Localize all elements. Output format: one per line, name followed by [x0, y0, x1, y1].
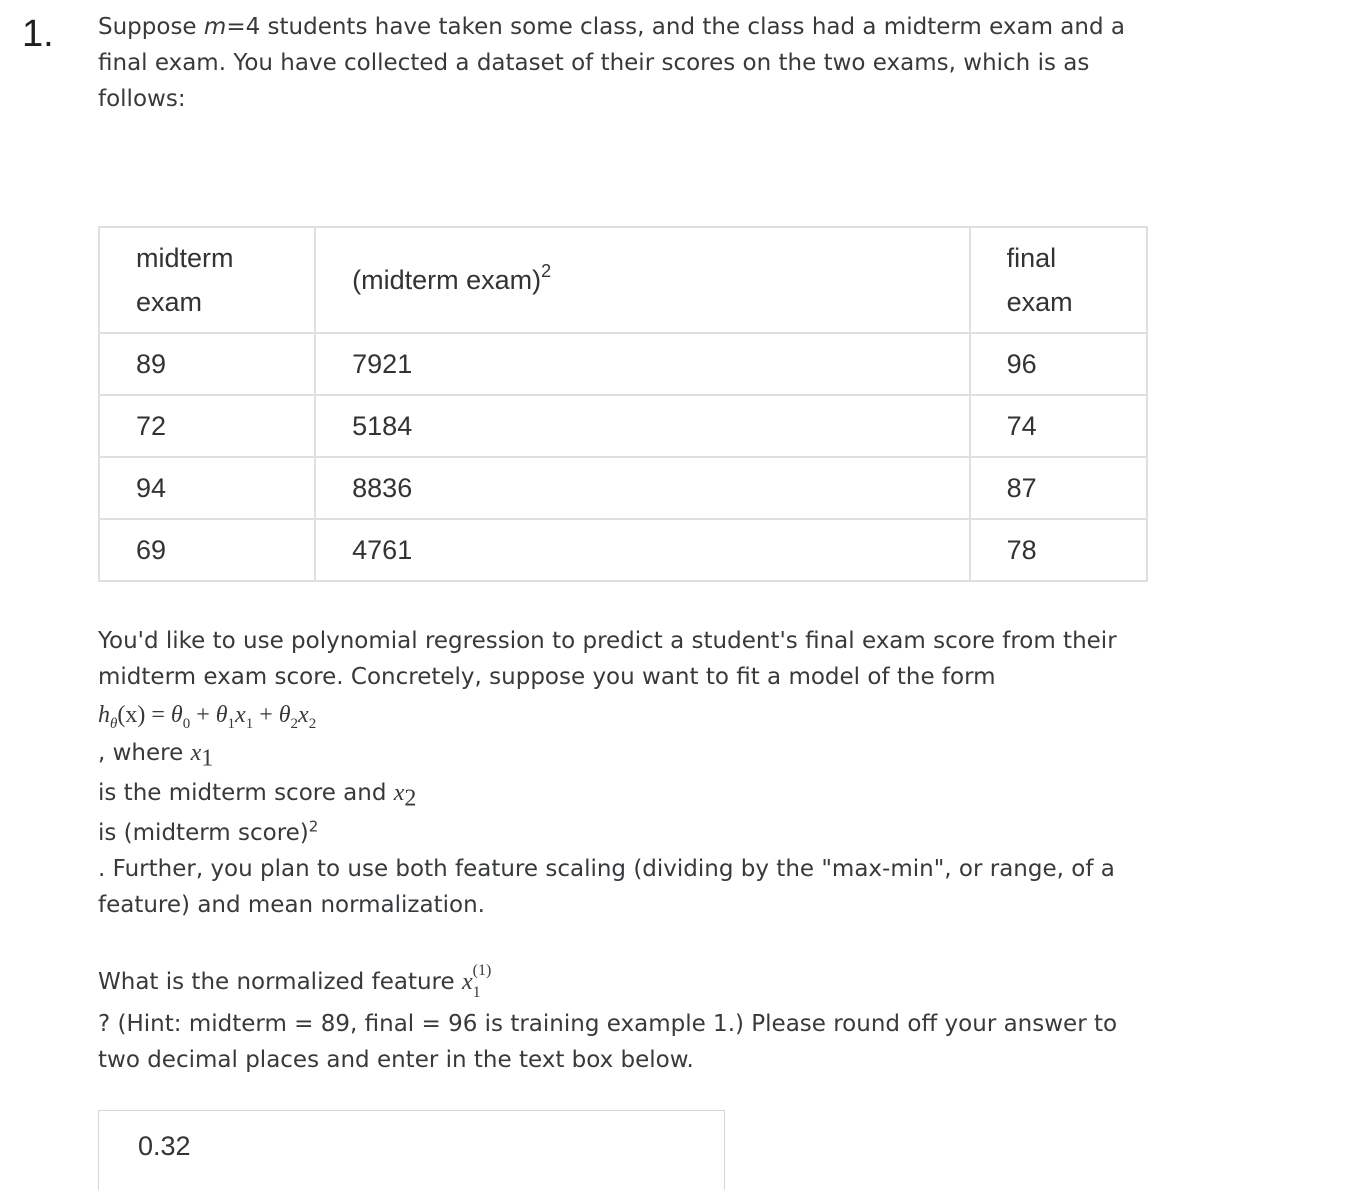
prompt-text: What is the normalized feature	[98, 969, 462, 995]
prompt-variable: x	[461, 969, 473, 995]
cell-midterm-squared: 7921	[314, 332, 971, 396]
formula-arg: (x) =	[117, 702, 171, 728]
formula-theta2-sub: 2	[290, 715, 299, 732]
question-number: 1.	[22, 13, 54, 55]
intro-variable-m: m	[203, 14, 227, 40]
header-midterm-exam: midterm exam	[97, 226, 317, 334]
formula-x2: x	[298, 702, 309, 728]
formula-theta1-sub: 1	[227, 715, 236, 732]
formula-plus2: +	[253, 702, 279, 728]
midterm-variable: x	[393, 780, 405, 806]
formula-plus1: +	[190, 702, 216, 728]
question-intro: Suppose m=4 students have taken some cla…	[98, 9, 1158, 117]
header-final-line2: exam	[1006, 287, 1073, 317]
formula-h: h	[98, 702, 110, 728]
prompt-variable-indices: (1) 1	[473, 962, 503, 1001]
hint-text: ? (Hint: midterm = 89, final = 96 is tra…	[98, 1011, 1118, 1073]
header-final-line1: final	[1006, 243, 1057, 273]
formula-theta0: θ	[170, 702, 183, 728]
where-variable-sub: 1	[201, 745, 214, 772]
cell-midterm: 94	[97, 456, 317, 520]
header-midterm-line1: midterm	[136, 243, 234, 273]
cell-final: 87	[968, 456, 1149, 520]
square-text: is (midterm score)	[98, 820, 309, 846]
answer-input[interactable]: 0.32	[98, 1110, 725, 1190]
midterm-text: is the midterm score and	[98, 780, 394, 806]
where-text: , where	[98, 740, 191, 766]
prompt-line: What is the normalized feature x (1) 1	[98, 962, 503, 1001]
where-line: , where x1	[98, 735, 1158, 771]
table-row: 94 8836 87	[97, 456, 1149, 520]
cell-midterm-squared: 5184	[314, 394, 971, 458]
cell-final: 96	[968, 332, 1149, 396]
prompt-variable-sub: 1	[472, 984, 481, 1001]
cell-final: 78	[968, 518, 1149, 582]
cell-midterm: 89	[97, 332, 317, 396]
intro-text-pre: Suppose	[98, 14, 204, 40]
square-sup: 2	[308, 817, 319, 836]
formula-theta1: θ	[215, 702, 228, 728]
model-description: You'd like to use polynomial regression …	[98, 623, 1158, 923]
intro-text-post: =4 students have taken some class, and t…	[98, 14, 1125, 112]
formula-theta2: θ	[278, 702, 291, 728]
where-variable: x	[190, 740, 202, 766]
question-prompt: What is the normalized feature x (1) 1 ? (…	[98, 962, 1158, 1078]
further-text: . Further, you plan to use both feature …	[98, 856, 1115, 918]
header-midterm-squared-text: (midterm exam)	[352, 265, 542, 295]
cell-midterm-squared: 4761	[314, 518, 971, 582]
cell-midterm-squared: 8836	[314, 456, 971, 520]
cell-final: 74	[968, 394, 1149, 458]
header-midterm-squared: (midterm exam)2	[314, 226, 971, 334]
header-midterm-squared-sup: 2	[541, 261, 552, 281]
formula-x1: x	[235, 702, 246, 728]
formula-x2-sub: 2	[308, 715, 317, 732]
square-line: is (midterm score)2	[98, 815, 1158, 851]
midterm-line: is the midterm score and x2	[98, 775, 1158, 811]
table-header-row: midterm exam (midterm exam)2 final exam	[97, 226, 1149, 334]
midterm-variable-sub: 2	[404, 785, 417, 812]
table-row: 89 7921 96	[97, 332, 1149, 396]
table-row: 69 4761 78	[97, 518, 1149, 582]
table-row: 72 5184 74	[97, 394, 1149, 458]
scores-table: midterm exam (midterm exam)2 final exam 89…	[97, 226, 1149, 582]
hypothesis-formula: hθ(x) = θ0 + θ1x1 + θ2x2	[98, 695, 1158, 735]
cell-midterm: 72	[97, 394, 317, 458]
cell-midterm: 69	[97, 518, 317, 582]
header-midterm-line2: exam	[136, 287, 203, 317]
model-intro-text: You'd like to use polynomial regression …	[98, 628, 1117, 690]
header-final-exam: final exam	[968, 226, 1149, 334]
